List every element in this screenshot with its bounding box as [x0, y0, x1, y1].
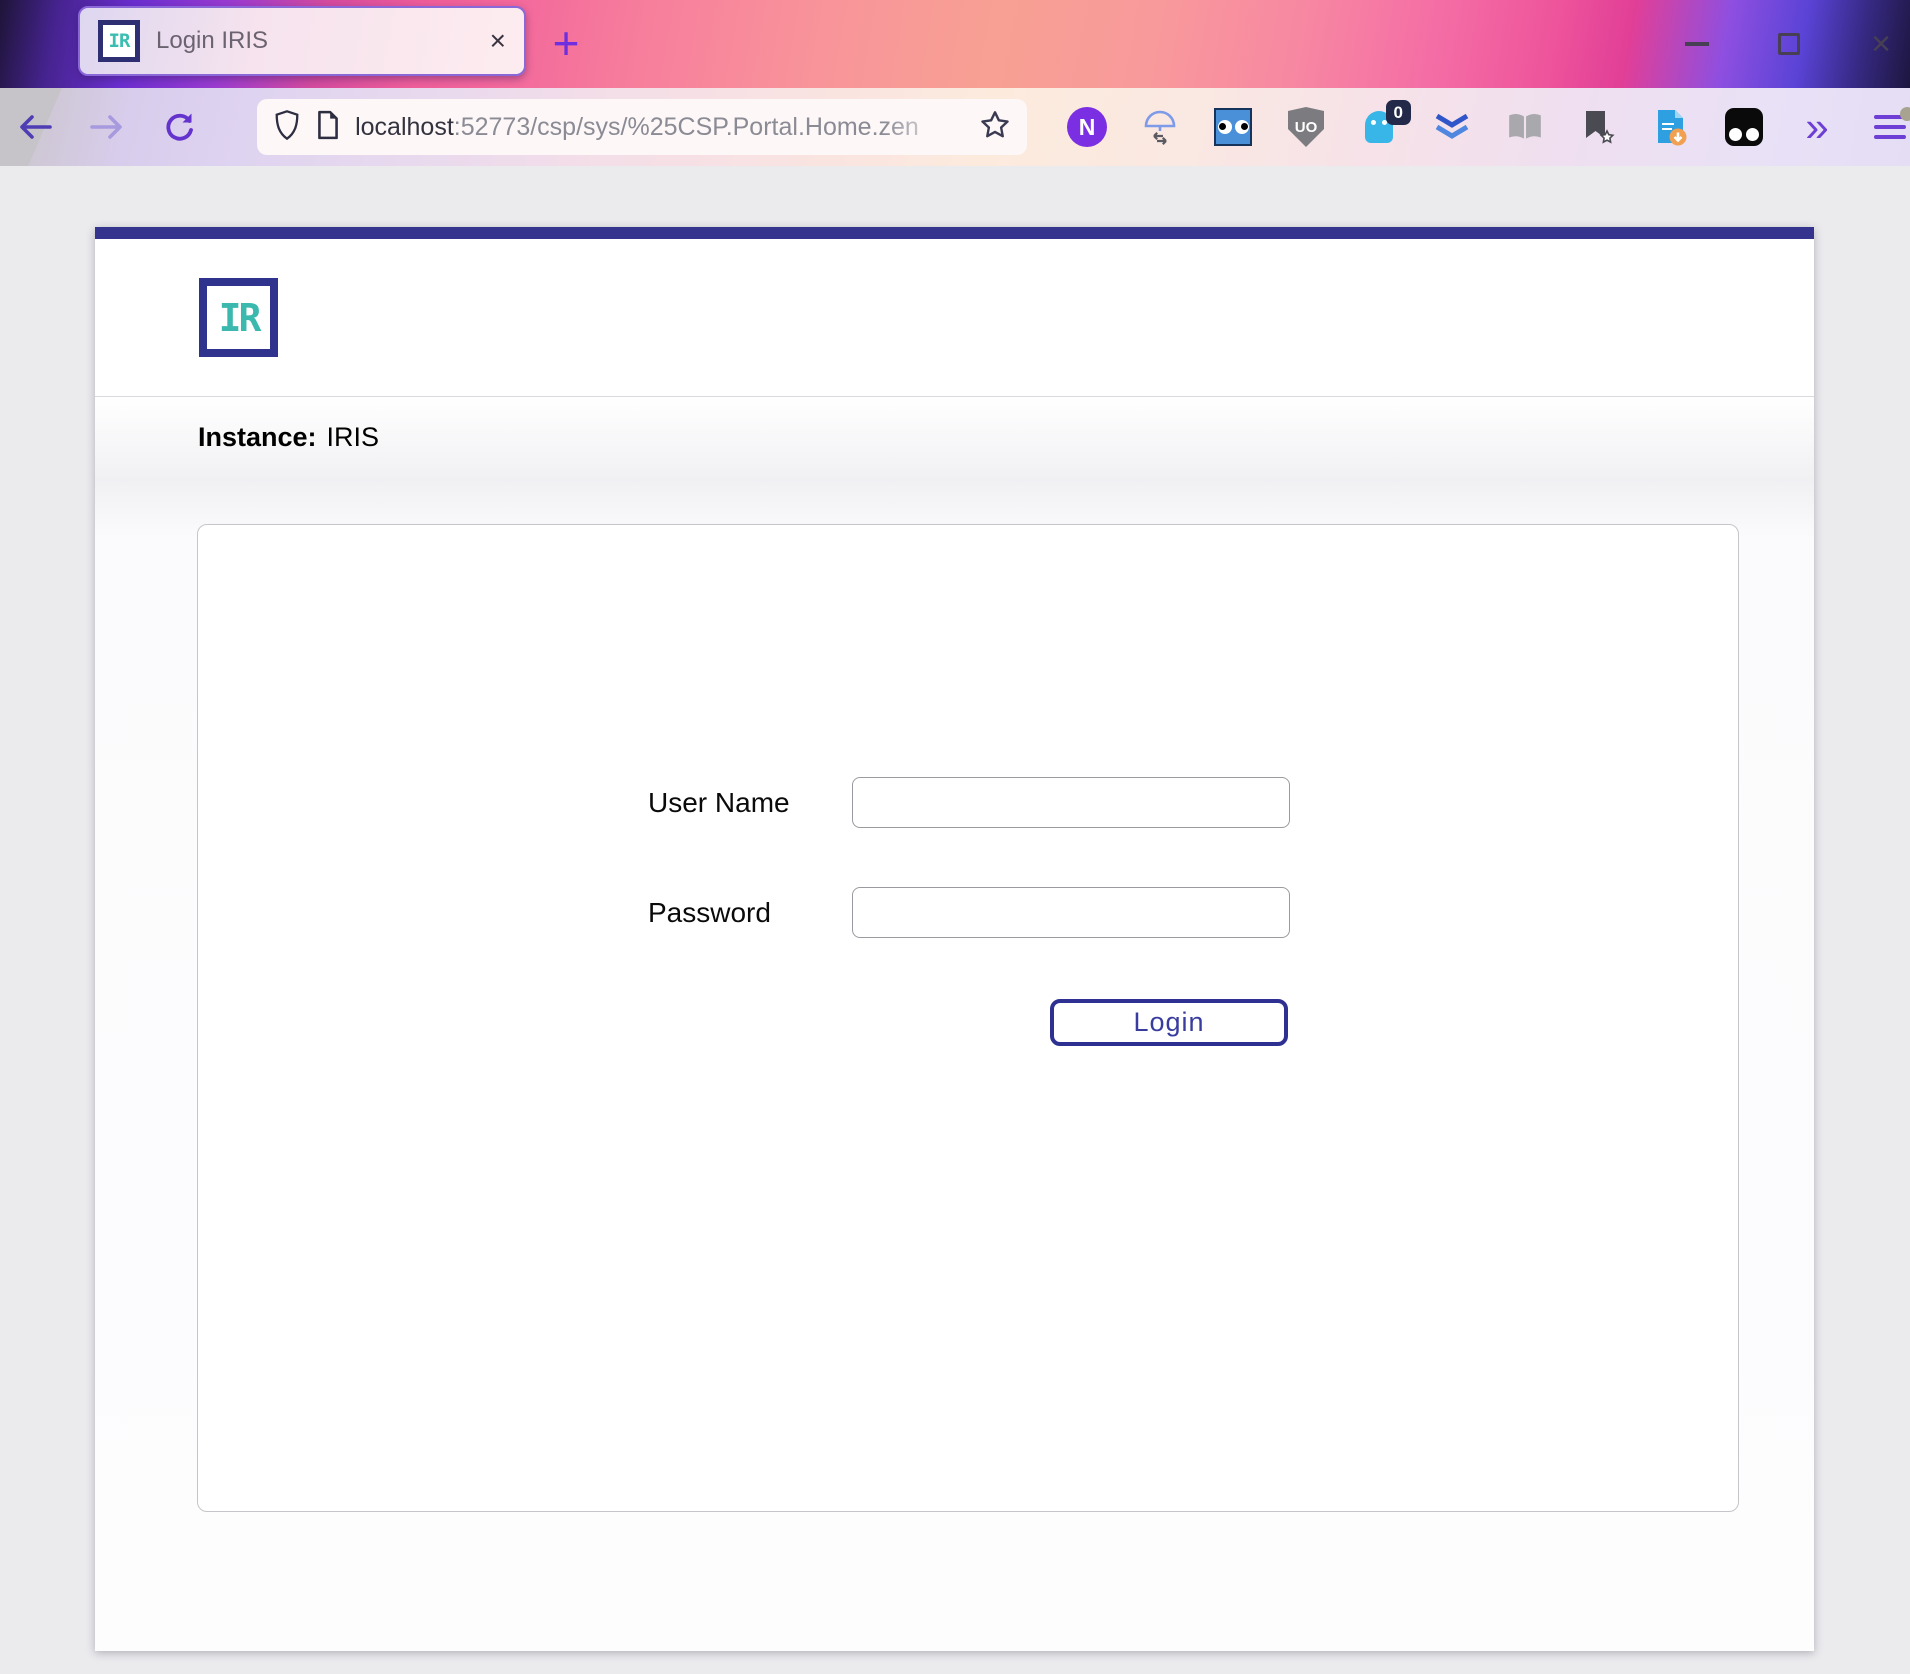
url-host: localhost	[355, 113, 454, 141]
url-bar[interactable]: localhost:52773/csp/sys/%25CSP.Portal.Ho…	[257, 99, 1027, 155]
black-eyes-icon[interactable]	[1724, 107, 1764, 147]
card-body: User Name Password Login	[95, 478, 1814, 1651]
page-header: IR	[95, 239, 1814, 396]
maximize-icon[interactable]	[1774, 29, 1804, 59]
umbrella-sync-icon[interactable]	[1140, 107, 1180, 147]
page-background: IR Instance: IRIS User Name Password Log…	[0, 166, 1910, 1674]
page-icon[interactable]	[316, 110, 340, 145]
overflow-chevron-icon[interactable]: »	[1797, 107, 1837, 147]
username-input[interactable]	[852, 777, 1290, 828]
instance-bar: Instance: IRIS	[95, 396, 1814, 478]
menu-icon[interactable]	[1870, 107, 1910, 147]
tab-favicon-ir-icon: IR	[98, 20, 140, 62]
tab-close-icon[interactable]: ×	[490, 27, 506, 55]
tab-title: Login IRIS	[156, 27, 474, 55]
forward-icon[interactable]	[88, 107, 126, 147]
ublock-shield-icon[interactable]: UO	[1286, 107, 1326, 147]
login-button[interactable]: Login	[1050, 999, 1288, 1046]
instance-label: Instance:	[198, 422, 317, 453]
tab-bar: IR Login IRIS × + ×	[0, 0, 1910, 88]
navigation-bar: localhost:52773/csp/sys/%25CSP.Portal.Ho…	[0, 88, 1910, 166]
login-page-card: IR Instance: IRIS User Name Password Log…	[95, 227, 1814, 1651]
instance-value: IRIS	[327, 422, 380, 453]
back-icon[interactable]	[16, 107, 54, 147]
shield-icon[interactable]	[273, 109, 301, 146]
password-label: Password	[648, 887, 771, 938]
double-chevron-icon[interactable]	[1432, 107, 1472, 147]
document-download-icon[interactable]	[1651, 107, 1691, 147]
reload-icon[interactable]	[160, 107, 197, 147]
window-controls: ×	[1682, 0, 1896, 88]
n-circle-icon[interactable]: N	[1067, 107, 1107, 147]
ghostery-badge: 0	[1386, 100, 1411, 125]
menu-notification-dot	[1900, 107, 1910, 121]
extension-toolbar: N UO 0 »	[1067, 107, 1910, 147]
login-panel: User Name Password Login	[197, 524, 1739, 1512]
close-icon[interactable]: ×	[1866, 29, 1896, 59]
new-tab-button[interactable]: +	[544, 16, 588, 72]
iris-logo: IR	[199, 278, 278, 357]
url-text[interactable]: localhost:52773/csp/sys/%25CSP.Portal.Ho…	[355, 113, 964, 142]
open-book-icon[interactable]	[1505, 107, 1545, 147]
bookmark-star-icon[interactable]	[979, 109, 1011, 146]
googly-eyes-icon[interactable]	[1213, 107, 1253, 147]
url-fade	[884, 113, 964, 142]
minimize-icon[interactable]	[1682, 29, 1712, 59]
ghostery-ghost-icon[interactable]: 0	[1359, 107, 1399, 147]
browser-tab[interactable]: IR Login IRIS ×	[78, 6, 526, 76]
url-path: :52773/csp/sys/%25CSP.Portal.Home.zen	[454, 113, 919, 141]
username-label: User Name	[648, 777, 790, 828]
bookmark-flag-icon[interactable]	[1578, 107, 1618, 147]
password-input[interactable]	[852, 887, 1290, 938]
